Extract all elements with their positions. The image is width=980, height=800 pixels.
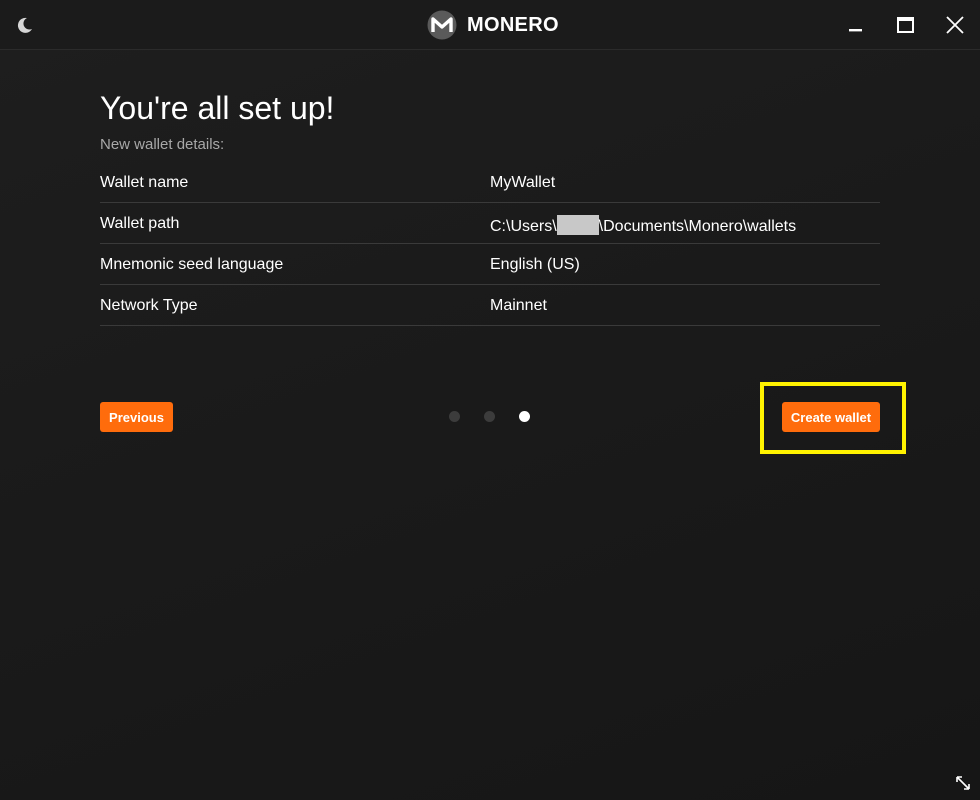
moon-icon[interactable]	[14, 14, 36, 36]
app-title: MONERO	[467, 13, 559, 36]
monero-logo-icon	[427, 10, 457, 40]
wallet-details-table: Wallet name MyWallet Wallet path C:\User…	[100, 162, 880, 326]
detail-value: Mainnet	[490, 297, 547, 314]
detail-row-seed-language: Mnemonic seed language English (US)	[100, 244, 880, 285]
detail-label: Wallet path	[100, 215, 180, 232]
detail-row-wallet-name: Wallet name MyWallet	[100, 162, 880, 203]
title-bar: MONERO	[0, 0, 980, 50]
detail-row-network-type: Network Type Mainnet	[100, 285, 880, 326]
page-title: You're all set up!	[100, 90, 335, 126]
detail-label: Wallet name	[100, 174, 189, 191]
progress-dot-3-active	[519, 411, 530, 422]
progress-dot-2	[484, 411, 495, 422]
detail-value: English (US)	[490, 256, 580, 273]
minimize-icon[interactable]	[842, 12, 868, 38]
detail-row-wallet-path: Wallet path C:\Users\ \Documents\Monero\w…	[100, 203, 880, 244]
wallet-wizard-window: MONERO You're all set up! New wallet det…	[0, 0, 980, 800]
path-suffix: \Documents\Monero\wallets	[598, 218, 797, 235]
detail-value-path: C:\Users\ \Documents\Monero\wallets	[490, 215, 796, 236]
redacted-username	[556, 215, 599, 235]
progress-dot-1	[449, 411, 460, 422]
previous-button[interactable]: Previous	[100, 402, 173, 432]
close-icon[interactable]	[942, 12, 968, 38]
detail-label: Mnemonic seed language	[100, 256, 284, 273]
app-brand: MONERO	[427, 10, 559, 40]
resize-icon[interactable]	[954, 774, 972, 792]
path-prefix: C:\Users\	[490, 218, 557, 235]
detail-label: Network Type	[100, 297, 198, 314]
maximize-icon[interactable]	[892, 12, 918, 38]
page-subtitle: New wallet details:	[100, 136, 225, 153]
create-wallet-button[interactable]: Create wallet	[782, 402, 880, 432]
detail-value: MyWallet	[490, 174, 556, 191]
